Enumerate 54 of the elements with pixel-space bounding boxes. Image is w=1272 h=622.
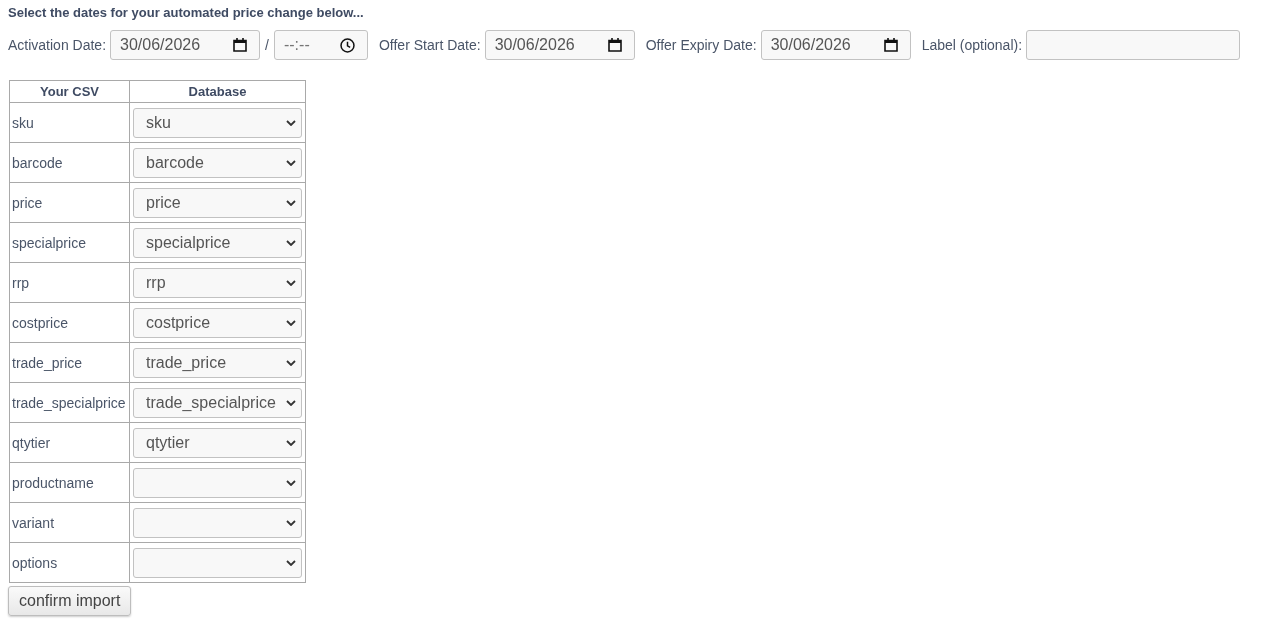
csv-column-name: variant: [12, 514, 55, 531]
chevron-icon: [286, 439, 296, 446]
column-header: Your CSV: [40, 84, 99, 99]
field-label: Offer Expiry Date:: [645, 37, 757, 53]
csv-column-name: rrp: [12, 274, 30, 291]
chevron-icon: [286, 239, 296, 246]
chevron-icon: [286, 199, 296, 206]
dropdown[interactable]: price: [133, 187, 302, 218]
date-field[interactable]: 30/06/2026: [484, 30, 635, 60]
csv-column-name: trade_price: [12, 354, 83, 371]
text-field[interactable]: [1026, 30, 1241, 60]
confirm-import-button[interactable]: confirm import: [8, 586, 132, 616]
csv-column-name: sku: [12, 114, 34, 131]
date-field[interactable]: 30/06/2026: [110, 30, 261, 60]
time-field[interactable]: --:--: [273, 30, 368, 60]
csv-column-name: options: [12, 554, 58, 571]
chevron-icon: [286, 279, 296, 286]
dropdown[interactable]: costprice: [133, 307, 302, 338]
chevron-icon: [286, 399, 296, 406]
dropdown[interactable]: trade_specialprice: [133, 387, 302, 418]
chevron-icon: [286, 559, 296, 566]
chevron-icon: [286, 319, 296, 326]
field-label: Activation Date:: [8, 37, 107, 53]
instructions-text: Select the dates for your automated price change below...: [8, 5, 365, 20]
dropdown[interactable]: rrp: [133, 267, 302, 298]
dropdown[interactable]: trade_price: [133, 347, 302, 378]
csv-column-name: price: [12, 194, 43, 211]
chevron-icon: [286, 359, 296, 366]
chevron-icon: [286, 159, 296, 166]
chevron-icon: [286, 519, 296, 526]
csv-column-name: trade_specialprice: [12, 394, 126, 411]
csv-column-name: specialprice: [12, 234, 86, 251]
separator-text: /: [265, 37, 269, 53]
csv-column-name: productname: [12, 474, 94, 491]
csv-column-name: qtytier: [12, 434, 51, 451]
dropdown[interactable]: [133, 467, 302, 498]
clock-icon: [339, 37, 355, 53]
csv-column-name: barcode: [12, 154, 63, 171]
calendar-icon: [883, 38, 898, 52]
dropdown[interactable]: barcode: [133, 147, 302, 178]
dropdown[interactable]: qtytier: [133, 427, 302, 458]
calendar-icon: [233, 38, 248, 52]
field-label: Offer Start Date:: [378, 37, 481, 53]
csv-column-name: costprice: [12, 314, 69, 331]
date-field[interactable]: 30/06/2026: [760, 30, 911, 60]
chevron-icon: [286, 479, 296, 486]
field-label: Label (optional):: [921, 37, 1023, 53]
dropdown[interactable]: [133, 547, 302, 578]
dropdown[interactable]: sku: [133, 107, 302, 138]
dropdown[interactable]: [133, 507, 302, 538]
calendar-icon: [607, 38, 622, 52]
column-header: Database: [188, 84, 247, 99]
dropdown[interactable]: specialprice: [133, 227, 302, 258]
chevron-icon: [286, 119, 296, 126]
